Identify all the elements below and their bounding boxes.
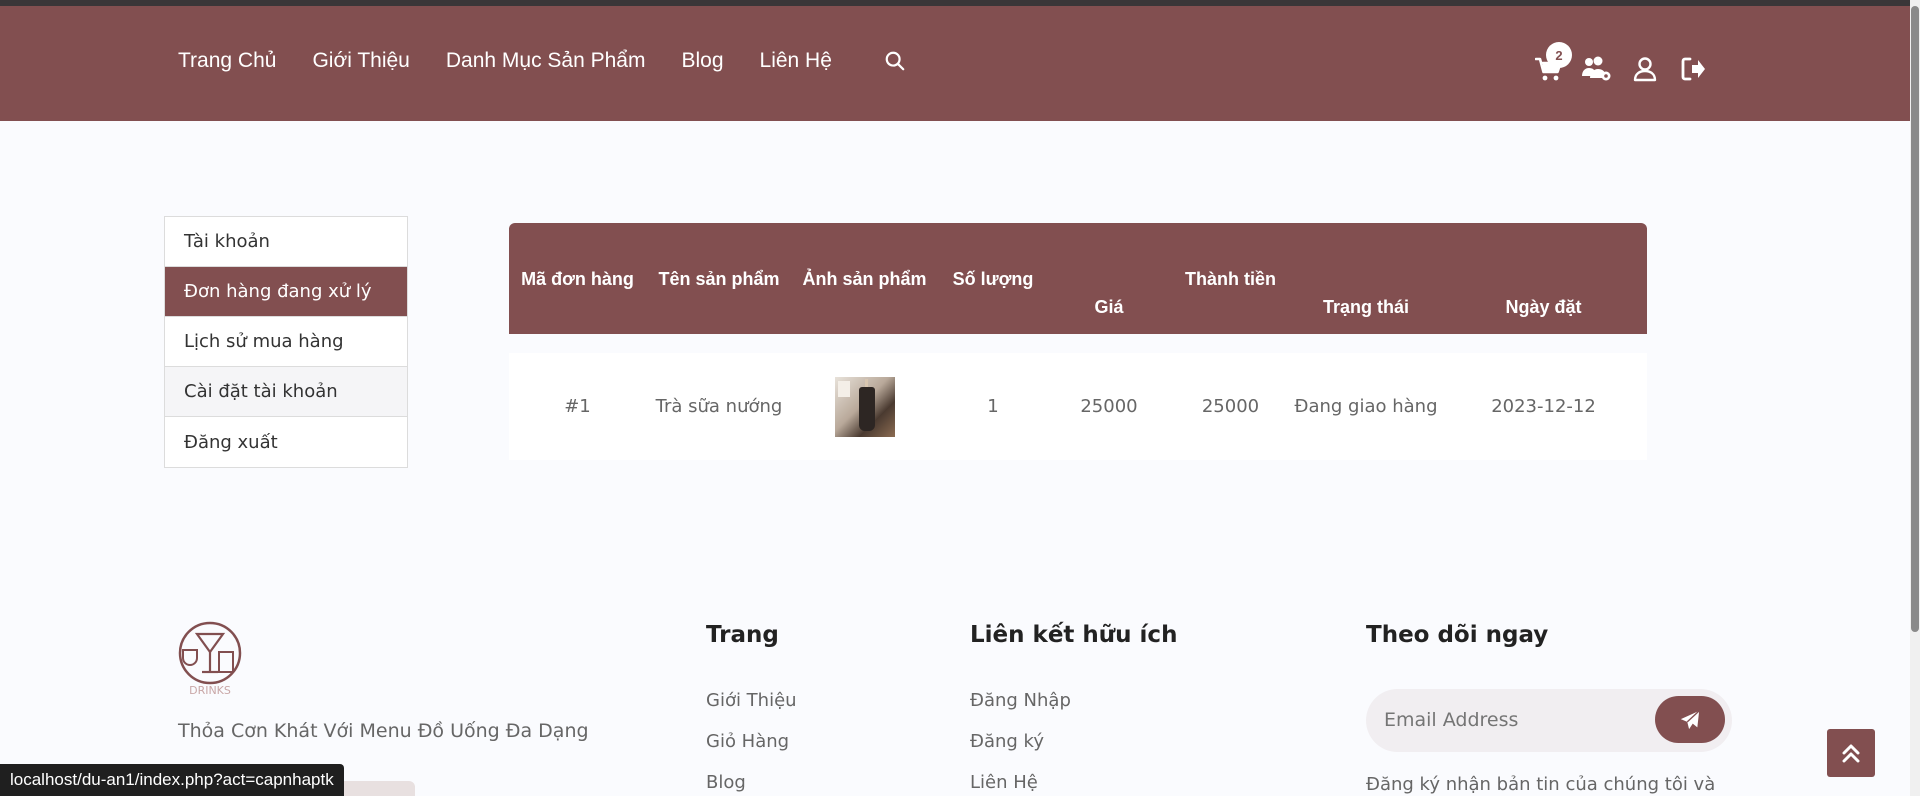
footer-link-about[interactable]: Giới Thiệu — [706, 690, 797, 711]
double-chevron-up-icon — [1842, 744, 1860, 763]
order-id: #1 — [564, 395, 591, 417]
scrollbar-thumb[interactable] — [1911, 6, 1919, 632]
paper-plane-icon — [1680, 709, 1700, 729]
table-row: #1 Trà sữa nướng 1 25000 25000 Đang giao… — [509, 353, 1647, 460]
footer-link-cart[interactable]: Giỏ Hàng — [706, 731, 789, 752]
col-quantity: Số lượng — [952, 268, 1034, 289]
col-price: Giá — [1094, 296, 1124, 317]
main-nav: Trang Chủ Giới Thiệu Danh Mục Sản Phẩm B… — [178, 48, 908, 74]
footer-tagline: Thỏa Cơn Khát Với Menu Đồ Uống Đa Dạng — [178, 720, 589, 742]
orders-table-header: Mã đơn hàng Tên sản phẩm Ảnh sản phẩm Số… — [509, 223, 1647, 334]
newsletter-subtext: Đăng ký nhận bản tin của chúng tôi và — [1366, 774, 1716, 795]
nav-categories[interactable]: Danh Mục Sản Phẩm — [446, 49, 646, 73]
partial-footer-element — [335, 781, 415, 796]
browser-status-url: localhost/du-an1/index.php?act=capnhaptk — [0, 764, 344, 796]
price: 25000 — [1080, 395, 1138, 417]
back-to-top-button[interactable] — [1827, 729, 1875, 777]
footer-follow-title: Theo dõi ngay — [1366, 622, 1549, 648]
product-image-cell — [792, 353, 937, 460]
quantity: 1 — [987, 395, 999, 417]
order-date: 2023-12-12 — [1491, 395, 1596, 417]
cart-count-badge: 2 — [1546, 42, 1572, 68]
site-header: Trang Chủ Giới Thiệu Danh Mục Sản Phẩm B… — [0, 6, 1910, 121]
nav-contact[interactable]: Liên Hệ — [760, 49, 832, 73]
col-order-id: Mã đơn hàng — [521, 268, 634, 289]
email-field[interactable] — [1384, 705, 1644, 735]
users-gear-icon[interactable] — [1580, 52, 1614, 86]
order-status: Đang giao hàng — [1294, 395, 1438, 417]
product-name: Trà sữa nướng — [655, 395, 783, 417]
user-icon[interactable] — [1628, 52, 1662, 86]
sidebar-item-account-settings[interactable]: Cài đặt tài khoản — [165, 367, 407, 417]
total: 25000 — [1201, 395, 1260, 417]
footer-link-contact[interactable]: Liên Hệ — [970, 772, 1038, 793]
send-button[interactable] — [1655, 696, 1725, 743]
product-thumbnail — [834, 376, 895, 437]
search-icon[interactable] — [882, 48, 908, 74]
header-actions: 2 — [1532, 42, 1724, 86]
col-order-date: Ngày đặt — [1505, 296, 1582, 317]
nav-blog[interactable]: Blog — [681, 49, 723, 73]
col-product-name: Tên sản phẩm — [658, 268, 780, 289]
footer-link-register[interactable]: Đăng ký — [970, 731, 1044, 752]
footer-pages-title: Trang — [706, 622, 779, 648]
sidebar-item-purchase-history[interactable]: Lịch sử mua hàng — [165, 317, 407, 367]
cart-icon[interactable]: 2 — [1532, 42, 1572, 86]
account-sidebar: Tài khoản Đơn hàng đang xử lý Lịch sử mu… — [164, 216, 408, 468]
footer-useful-links-title: Liên kết hữu ích — [970, 622, 1178, 648]
drinks-logo[interactable]: DRINKS — [177, 620, 243, 697]
sidebar-item-processing-orders[interactable]: Đơn hàng đang xử lý — [165, 267, 407, 317]
newsletter-form — [1366, 689, 1732, 752]
logout-icon[interactable] — [1676, 52, 1710, 86]
col-product-image: Ảnh sản phẩm — [802, 268, 927, 289]
logo-text: DRINKS — [189, 684, 231, 696]
page-scrollbar[interactable] — [1910, 0, 1920, 796]
col-status: Trạng thái — [1322, 296, 1409, 317]
footer-link-login[interactable]: Đăng Nhập — [970, 690, 1071, 711]
nav-home[interactable]: Trang Chủ — [178, 49, 276, 73]
col-total: Thành tiền — [1185, 268, 1276, 289]
nav-about[interactable]: Giới Thiệu — [312, 49, 409, 73]
footer-link-blog[interactable]: Blog — [706, 772, 746, 793]
sidebar-item-account[interactable]: Tài khoản — [165, 217, 407, 267]
sidebar-item-logout[interactable]: Đăng xuất — [165, 417, 407, 467]
